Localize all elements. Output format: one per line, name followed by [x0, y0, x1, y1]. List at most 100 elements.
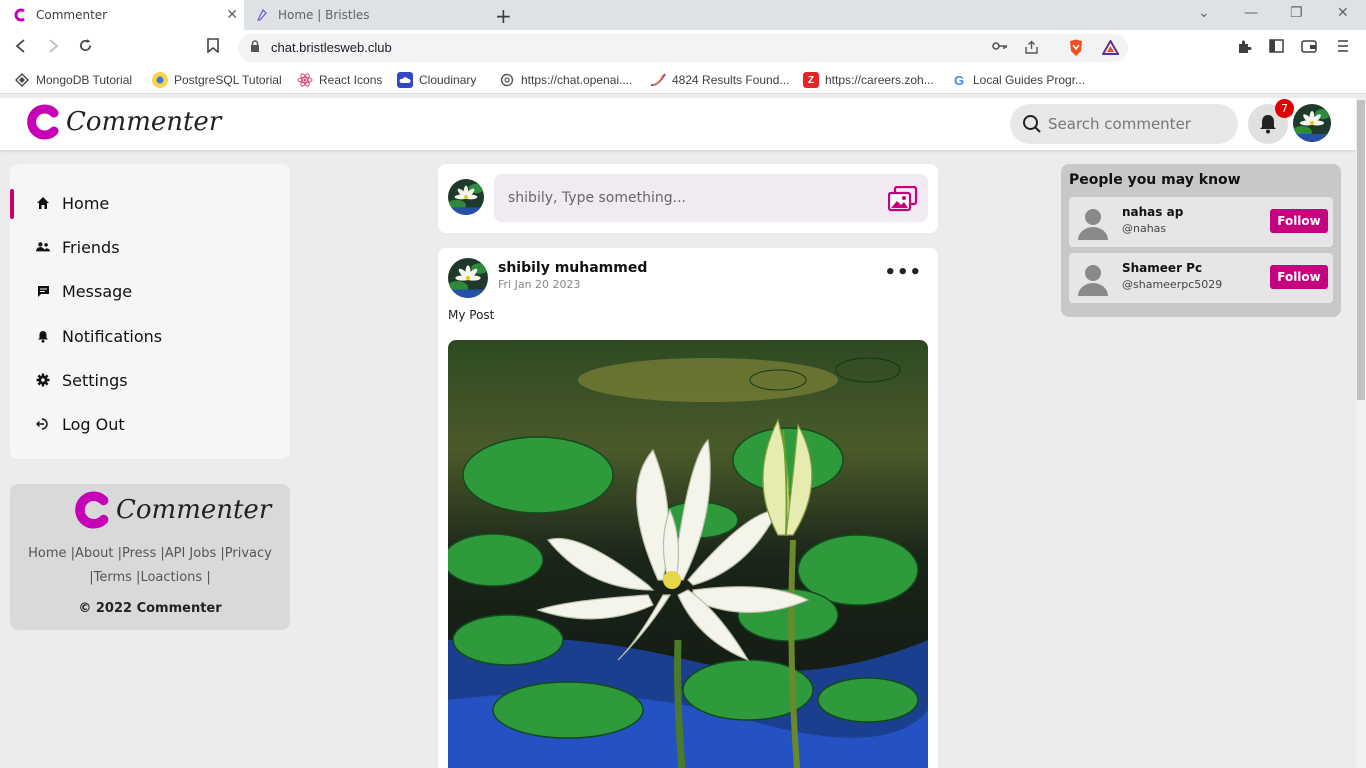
postgres-icon	[152, 72, 168, 88]
post-author-name[interactable]: shibily muhammed	[498, 260, 647, 276]
post-image[interactable]	[448, 340, 928, 768]
footer-links[interactable]: Home |About |Press |API Jobs |Privacy |T…	[18, 542, 282, 590]
bookmark-item[interactable]: 4824 Results Found...	[650, 72, 789, 88]
footer-card: Commenter Home |About |Press |API Jobs |…	[10, 484, 290, 630]
wallet-icon[interactable]	[1301, 39, 1317, 57]
nav-label: Log Out	[62, 414, 125, 434]
reload-icon[interactable]	[78, 38, 93, 57]
logout-icon	[36, 417, 50, 431]
suggested-person[interactable]: nahas ap @nahas Follow	[1069, 197, 1333, 247]
nav-label: Home	[62, 193, 110, 213]
close-window-icon[interactable]: ✕	[1337, 5, 1349, 21]
notification-badge: 7	[1275, 99, 1294, 118]
tab-title: Commenter	[36, 8, 108, 22]
post-text: My Post	[448, 308, 495, 322]
nav-label: Message	[62, 281, 133, 301]
tab-bristles[interactable]: Home | Bristles	[244, 0, 484, 30]
nav-item-settings[interactable]: Settings	[10, 360, 290, 400]
search-box[interactable]	[1010, 104, 1238, 144]
nav-item-home[interactable]: Home	[10, 183, 290, 223]
bookmark-item[interactable]: G Local Guides Progr...	[951, 72, 1085, 88]
post-author-avatar[interactable]	[448, 258, 488, 298]
diamond-icon	[14, 72, 30, 88]
app-header: Commenter 7	[0, 98, 1356, 150]
people-you-may-know: People you may know nahas ap @nahas Foll…	[1061, 164, 1341, 317]
app-viewport: Commenter 7 Home Frie	[0, 98, 1356, 768]
brand-name: Commenter	[66, 107, 222, 137]
new-tab-icon[interactable]: +	[495, 4, 512, 28]
search-icon	[1023, 115, 1041, 133]
url-text: chat.bristlesweb.club	[271, 40, 392, 55]
scrollbar-thumb[interactable]	[1357, 100, 1365, 400]
footer-brand-name: Commenter	[116, 495, 272, 525]
bookmark-icon[interactable]	[207, 38, 219, 57]
copyright-text: © 2022 Commenter	[78, 601, 222, 616]
bristles-favicon-icon	[254, 7, 270, 23]
forward-icon[interactable]	[46, 38, 60, 57]
left-navigation: Home Friends Message Notifications Setti…	[10, 164, 290, 459]
default-avatar-icon	[1075, 204, 1111, 240]
people-title: People you may know	[1069, 172, 1241, 188]
composer-input-wrapper[interactable]	[494, 174, 928, 222]
extensions-icon[interactable]	[1237, 39, 1252, 58]
composer-avatar	[448, 179, 484, 215]
back-icon[interactable]	[14, 38, 28, 57]
post-date: Fri Jan 20 2023	[498, 278, 581, 291]
composer-input[interactable]	[508, 190, 868, 206]
google-icon: G	[953, 72, 965, 88]
brand-logo[interactable]: Commenter	[26, 104, 221, 140]
key-icon[interactable]	[992, 40, 1008, 56]
commenter-logo-icon	[27, 104, 59, 140]
openai-icon	[499, 72, 515, 88]
brave-rewards-icon[interactable]	[1101, 38, 1120, 59]
search-input[interactable]	[1048, 115, 1228, 133]
bookmark-item[interactable]: MongoDB Tutorial	[14, 72, 132, 88]
add-image-icon[interactable]	[887, 185, 918, 216]
follow-button[interactable]: Follow	[1270, 265, 1328, 289]
commenter-favicon-icon	[12, 7, 28, 23]
follow-button[interactable]: Follow	[1270, 209, 1328, 233]
brave-shield-icon[interactable]	[1068, 39, 1084, 61]
address-bar[interactable]: chat.bristlesweb.club	[238, 34, 1128, 62]
nav-item-message[interactable]: Message	[10, 271, 290, 311]
tab-title: Home | Bristles	[278, 8, 370, 22]
default-avatar-icon	[1075, 260, 1111, 296]
message-icon	[36, 284, 50, 298]
nav-item-notifications[interactable]: Notifications	[10, 316, 290, 356]
bookmark-item[interactable]: https://chat.openai....	[499, 72, 632, 88]
react-icon	[297, 72, 313, 88]
home-icon	[36, 196, 50, 210]
page-scrollbar[interactable]	[1356, 98, 1366, 768]
share-icon[interactable]	[1024, 40, 1039, 58]
sidebar-icon[interactable]	[1269, 39, 1284, 57]
person-name: Shameer Pc	[1122, 261, 1203, 275]
restore-icon[interactable]: ❐	[1290, 5, 1303, 21]
profile-avatar[interactable]	[1293, 104, 1331, 142]
nav-item-friends[interactable]: Friends	[10, 227, 290, 267]
bell-icon	[1260, 115, 1276, 134]
cloudinary-icon	[397, 72, 413, 88]
commenter-logo-icon	[75, 491, 109, 529]
bookmark-item[interactable]: React Icons	[297, 72, 382, 88]
nav-label: Notifications	[62, 326, 163, 346]
post-card: shibily muhammed Fri Jan 20 2023 ••• My …	[438, 248, 938, 768]
nav-item-logout[interactable]: Log Out	[10, 404, 290, 444]
bookmark-item[interactable]: Cloudinary	[397, 72, 476, 88]
more-options-icon[interactable]: •••	[884, 262, 922, 283]
lock-icon	[250, 40, 260, 56]
person-handle: @shameerpc5029	[1122, 278, 1223, 291]
tab-commenter[interactable]: Commenter ✕	[0, 0, 244, 30]
gear-icon	[36, 373, 50, 387]
bookmark-item[interactable]: PostgreSQL Tutorial	[152, 72, 282, 88]
minimize-icon[interactable]: —	[1244, 5, 1258, 21]
close-tab-icon[interactable]: ✕	[226, 7, 238, 23]
friends-icon	[36, 240, 50, 254]
suggested-person[interactable]: Shameer Pc @shameerpc5029 Follow	[1069, 253, 1333, 303]
menu-icon[interactable]	[1337, 39, 1349, 57]
browser-toolbar: chat.bristlesweb.club	[0, 30, 1366, 66]
tab-search-chevron-icon[interactable]: ⌄	[1198, 5, 1210, 21]
bell-icon	[36, 329, 50, 343]
browser-tab-bar: Commenter ✕ Home | Bristles + ⌄ — ❐ ✕	[0, 0, 1366, 30]
bookmark-item[interactable]: Z https://careers.zoh...	[803, 72, 934, 88]
nav-label: Friends	[62, 237, 120, 257]
